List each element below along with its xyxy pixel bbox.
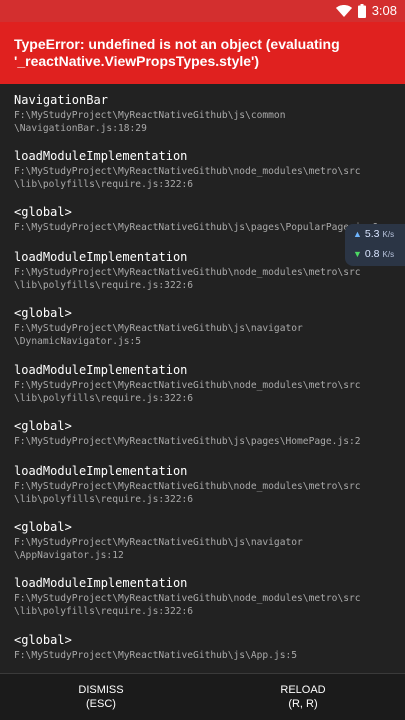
status-bar: 3:08 [0, 0, 405, 22]
stack-trace[interactable]: NavigationBar F:\MyStudyProject\MyReactN… [0, 84, 405, 673]
frame-location: F:\MyStudyProject\MyReactNativeGithub\no… [14, 593, 361, 617]
upload-arrow-icon: ▲ [353, 229, 362, 239]
stack-frame[interactable]: <global> F:\MyStudyProject\MyReactNative… [14, 306, 399, 348]
frame-method: loadModuleImplementation [14, 464, 188, 478]
frame-location: F:\MyStudyProject\MyReactNativeGithub\js… [14, 110, 286, 134]
frame-location: F:\MyStudyProject\MyReactNativeGithub\js… [14, 323, 303, 347]
frame-location: F:\MyStudyProject\MyReactNativeGithub\no… [14, 267, 361, 291]
download-speed-unit: K/s [382, 250, 395, 259]
dismiss-button[interactable]: DISMISS (ESC) [0, 674, 202, 720]
stack-frame[interactable]: <global> F:\MyStudyProject\MyReactNative… [14, 633, 399, 663]
stack-frame[interactable]: loadModuleImplementation F:\MyStudyProje… [14, 149, 399, 191]
download-arrow-icon: ▼ [353, 249, 362, 259]
dismiss-label: DISMISS [78, 684, 124, 696]
frame-method: NavigationBar [14, 93, 108, 107]
status-time: 3:08 [371, 3, 397, 18]
error-message: TypeError: undefined is not an object (e… [14, 36, 340, 69]
stack-frame[interactable]: NavigationBar F:\MyStudyProject\MyReactN… [14, 93, 399, 135]
stack-frame[interactable]: <global> F:\MyStudyProject\MyReactNative… [14, 419, 399, 449]
reload-label: RELOAD [280, 684, 326, 696]
frame-location: F:\MyStudyProject\MyReactNativeGithub\no… [14, 166, 361, 190]
frame-method: <global> [14, 306, 72, 320]
wifi-icon [335, 4, 352, 17]
redbox-footer: DISMISS (ESC) RELOAD (R, R) [0, 673, 405, 720]
download-speed-value: 0.8 [364, 248, 380, 260]
reload-shortcut: (R, R) [288, 698, 318, 710]
frame-method: loadModuleImplementation [14, 149, 188, 163]
frame-location: F:\MyStudyProject\MyReactNativeGithub\js… [14, 650, 298, 661]
upload-speed-unit: K/s [382, 230, 395, 239]
stack-frame[interactable]: loadModuleImplementation F:\MyStudyProje… [14, 464, 399, 506]
stack-frame[interactable]: loadModuleImplementation F:\MyStudyProje… [14, 363, 399, 405]
frame-method: <global> [14, 520, 72, 534]
error-header: TypeError: undefined is not an object (e… [0, 22, 405, 84]
network-speed-overlay[interactable]: ▲ 5.3 K/s ▼ 0.8 K/s [345, 224, 405, 266]
frame-method: loadModuleImplementation [14, 576, 188, 590]
frame-location: F:\MyStudyProject\MyReactNativeGithub\no… [14, 380, 361, 404]
stack-frame[interactable]: <global> F:\MyStudyProject\MyReactNative… [14, 205, 399, 235]
frame-method: <global> [14, 633, 72, 647]
frame-location: F:\MyStudyProject\MyReactNativeGithub\js… [14, 537, 303, 561]
stack-frame[interactable]: loadModuleImplementation F:\MyStudyProje… [14, 576, 399, 618]
frame-method: loadModuleImplementation [14, 363, 188, 377]
frame-method: <global> [14, 419, 72, 433]
upload-speed-value: 5.3 [364, 228, 380, 240]
frame-method: loadModuleImplementation [14, 250, 188, 264]
stack-frame[interactable]: <global> F:\MyStudyProject\MyReactNative… [14, 520, 399, 562]
battery-icon [357, 3, 366, 18]
frame-location: F:\MyStudyProject\MyReactNativeGithub\no… [14, 481, 361, 505]
reload-button[interactable]: RELOAD (R, R) [202, 674, 404, 720]
frame-location: F:\MyStudyProject\MyReactNativeGithub\js… [14, 222, 378, 233]
stack-frame[interactable]: loadModuleImplementation F:\MyStudyProje… [14, 250, 399, 292]
frame-method: <global> [14, 205, 72, 219]
dismiss-shortcut: (ESC) [86, 698, 116, 710]
frame-location: F:\MyStudyProject\MyReactNativeGithub\js… [14, 436, 361, 447]
